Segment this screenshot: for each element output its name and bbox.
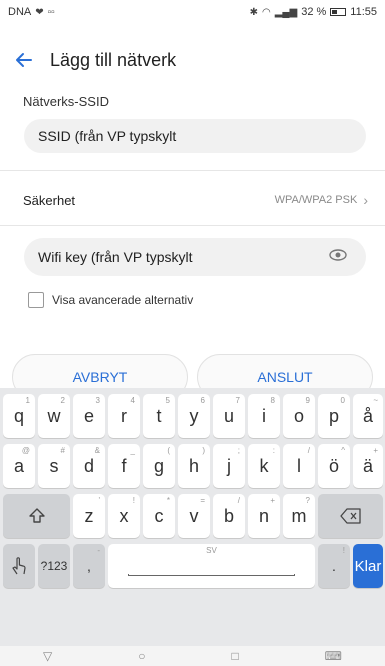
on-screen-keyboard: 1q 2w 3e 4r 5t 6y 7u 8i 9o 0p ~ å @ a # s &… <box>0 388 385 646</box>
security-value-wrap: WPA/WPA2 PSK › <box>275 192 368 208</box>
key-g[interactable]: (g <box>143 444 175 488</box>
key-a-umlaut[interactable]: + ä <box>353 444 383 488</box>
key-e[interactable]: 3e <box>73 394 105 438</box>
key-t[interactable]: 5t <box>143 394 175 438</box>
shift-icon <box>28 508 45 523</box>
key-p[interactable]: 0p <box>318 394 350 438</box>
key-r[interactable]: 4r <box>108 394 140 438</box>
hand-icon <box>12 557 26 575</box>
clock: 11:55 <box>350 6 377 18</box>
advanced-label: Visa avancerade alternativ <box>52 293 194 307</box>
ssid-input[interactable]: SSID (från VP typskylt <box>24 119 366 153</box>
divider <box>0 225 385 226</box>
carrier-name: DNA <box>8 6 32 18</box>
key-l[interactable]: / l <box>283 444 315 488</box>
nav-keyboard-icon[interactable]: ⌨ <box>325 649 342 663</box>
navigation-bar: ▽ ○ □ ⌨ <box>0 646 385 666</box>
key-y[interactable]: 6y <box>178 394 210 438</box>
page-title: Lägg till nätverk <box>50 49 177 70</box>
gesture-key[interactable] <box>3 544 35 588</box>
done-key[interactable]: Klar <box>353 544 383 588</box>
chevron-right-icon: › <box>363 192 368 208</box>
security-selector[interactable]: Säkerhet WPA/WPA2 PSK › <box>23 190 368 210</box>
status-left: DNA ❤ ▫▫ <box>8 6 55 18</box>
key-o-umlaut[interactable]: ^ ö <box>318 444 350 488</box>
keyboard-row-4: ?123 -, SV !. Klar <box>0 544 385 590</box>
battery-percent: 32 % <box>301 6 327 18</box>
battery-icon <box>330 8 347 16</box>
key-f[interactable]: _ f <box>108 444 140 488</box>
key-h[interactable]: ) h <box>178 444 210 488</box>
key-s[interactable]: # s <box>38 444 70 488</box>
password-input[interactable]: Wifi key (från VP typskylt <box>24 238 366 276</box>
notification-icons: ▫▫ <box>47 6 55 18</box>
bluetooth-icon: ✱ <box>249 6 258 18</box>
security-value: WPA/WPA2 PSK <box>274 194 358 206</box>
key-q[interactable]: 1q <box>3 394 35 438</box>
key-k[interactable]: :k <box>248 444 280 488</box>
ssid-label: Nätverks-SSID <box>23 94 109 109</box>
key-x[interactable]: ! x <box>108 494 140 538</box>
nav-back-icon[interactable]: ▽ <box>43 649 52 663</box>
key-d[interactable]: & d <box>73 444 105 488</box>
app-bar: Lägg till nätverk <box>0 40 385 80</box>
nav-recent-icon[interactable]: □ <box>231 649 238 663</box>
numbers-key[interactable]: ?123 <box>38 544 70 588</box>
key-v[interactable]: = v <box>178 494 210 538</box>
keyboard-row-2: @ a # s & d _ f (g ) h ; j :k / l ^ ö + ä <box>0 444 385 490</box>
key-i[interactable]: 8i <box>248 394 280 438</box>
key-m[interactable]: ? m <box>283 494 315 538</box>
security-label: Säkerhet <box>23 192 76 208</box>
key-n[interactable]: + n <box>248 494 280 538</box>
keyboard-row-1: 1q 2w 3e 4r 5t 6y 7u 8i 9o 0p ~ å <box>0 394 385 440</box>
ssid-value: SSID (från VP typskylt <box>38 128 177 144</box>
key-a[interactable]: @ a <box>3 444 35 488</box>
back-arrow-icon[interactable] <box>4 40 44 80</box>
key-c[interactable]: * c <box>143 494 175 538</box>
key-u[interactable]: 7u <box>213 394 245 438</box>
comma-key[interactable]: -, <box>73 544 105 588</box>
shift-key[interactable] <box>3 494 70 538</box>
signal-icon: ▂▄▆ <box>274 6 298 18</box>
backspace-icon <box>339 508 361 524</box>
period-key[interactable]: !. <box>318 544 350 588</box>
advanced-checkbox[interactable] <box>28 292 44 308</box>
key-o[interactable]: 9o <box>283 394 315 438</box>
keyboard-row-3: ' z ! x * c = v / b + n ? m <box>0 494 385 540</box>
key-b[interactable]: / b <box>213 494 245 538</box>
password-value: Wifi key (från VP typskylt <box>38 249 193 265</box>
eye-icon[interactable] <box>328 245 348 265</box>
space-key[interactable]: SV <box>108 544 315 588</box>
space-language: SV <box>206 546 217 555</box>
backspace-key[interactable] <box>318 494 383 538</box>
key-aring[interactable]: ~ å <box>353 394 383 438</box>
space-icon <box>128 574 295 576</box>
status-right: ✱ ◠ ▂▄▆ 32 % 11:55 <box>250 6 377 18</box>
nav-home-icon[interactable]: ○ <box>138 649 145 663</box>
key-z[interactable]: ' z <box>73 494 105 538</box>
advanced-options-row[interactable]: Visa avancerade alternativ <box>28 292 193 308</box>
heart-icon: ❤ <box>35 6 44 18</box>
divider <box>0 170 385 171</box>
status-bar: DNA ❤ ▫▫ ✱ ◠ ▂▄▆ 32 % 11:55 <box>0 0 385 24</box>
key-j[interactable]: ; j <box>213 444 245 488</box>
key-w[interactable]: 2w <box>38 394 70 438</box>
wifi-icon: ◠ <box>262 6 271 18</box>
